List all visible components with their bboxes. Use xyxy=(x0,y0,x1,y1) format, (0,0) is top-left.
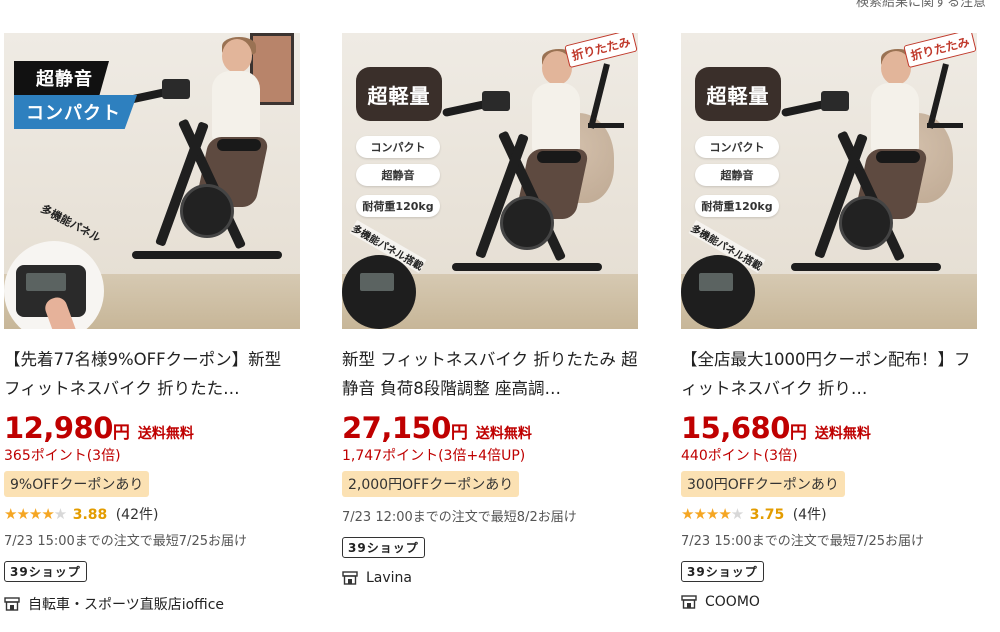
image-pill-load: 耐荷重120kg xyxy=(356,195,440,217)
price-row: 27,150 円 送料無料 xyxy=(342,411,640,445)
price-row: 12,980 円 送料無料 xyxy=(4,411,302,445)
price: 27,150 xyxy=(342,411,451,445)
price: 12,980 xyxy=(4,411,113,445)
image-tag-lightweight: 超軽量 xyxy=(695,67,781,121)
price-currency: 円 xyxy=(789,423,807,443)
rating: ★★★★★ 3.75 (4件) xyxy=(681,503,979,525)
product-title[interactable]: 【全店最大1000円クーポン配布！】フィットネスバイク 折り… xyxy=(681,345,979,403)
price-row: 15,680 円 送料無料 xyxy=(681,411,979,445)
image-pill-load: 耐荷重120kg xyxy=(695,195,779,217)
store-icon xyxy=(681,595,697,609)
shop-39-badge: 39ショップ xyxy=(342,537,425,558)
product-title[interactable]: 新型 フィットネスバイク 折りたたみ 超静音 負荷8段階調整 座高調… xyxy=(342,345,640,403)
image-tag-silent: 超静音 xyxy=(14,61,109,95)
coupon-badge[interactable]: 300円OFFクーポンあり xyxy=(681,471,845,497)
product-card: 超静音 コンパクト 多機能パネル 【先着77名様9%OFFクーポン】新型 フィッ… xyxy=(4,33,302,614)
shipping-badge: 送料無料 xyxy=(814,426,871,442)
shop-39-badge: 39ショップ xyxy=(4,561,87,582)
bike-figure xyxy=(121,37,292,269)
product-image[interactable]: 超軽量 コンパクト 超静音 耐荷重120kg 折りたたみ 多機能パネル搭載 xyxy=(342,33,638,329)
panel-closeup xyxy=(681,255,755,329)
image-pill-compact: コンパクト xyxy=(695,136,779,158)
image-pill-silent: 超静音 xyxy=(356,164,440,186)
delivery-info: 7/23 12:00までの注文で最短8/2お届け xyxy=(342,510,577,525)
points: 365ポイント(3倍) xyxy=(4,448,121,464)
image-tag-lightweight: 超軽量 xyxy=(356,67,442,121)
shipping-badge: 送料無料 xyxy=(475,426,532,442)
product-image[interactable]: 超静音 コンパクト 多機能パネル xyxy=(4,33,300,329)
search-results-notice-link[interactable]: 検索結果に関する注意 xyxy=(856,0,986,10)
coupon-badge[interactable]: 2,000円OFFクーポンあり xyxy=(342,471,520,497)
rating: ★★★★★ 3.88 (42件) xyxy=(4,503,302,525)
shipping-badge: 送料無料 xyxy=(137,426,194,442)
panel-closeup xyxy=(342,255,416,329)
review-count-link[interactable]: (4件) xyxy=(793,507,827,523)
price-currency: 円 xyxy=(450,423,468,443)
price-currency: 円 xyxy=(112,423,130,443)
points: 1,747ポイント(3倍+4倍UP) xyxy=(342,448,526,464)
rating-score: 3.75 xyxy=(749,507,785,523)
bike-figure xyxy=(780,49,951,281)
shop-39-badge: 39ショップ xyxy=(681,561,764,582)
star-icon: ★★★★★ xyxy=(681,505,744,523)
star-icon: ★★★★★ xyxy=(4,505,67,523)
delivery-info: 7/23 15:00までの注文で最短7/25お届け xyxy=(681,534,924,549)
store-name: COOMO xyxy=(705,594,760,610)
price: 15,680 xyxy=(681,411,790,445)
review-count-link[interactable]: (42件) xyxy=(116,507,159,523)
product-card: 超軽量 コンパクト 超静音 耐荷重120kg 折りたたみ 多機能パネル搭載 新型… xyxy=(342,33,640,586)
store-name: Lavina xyxy=(366,570,413,586)
bike-figure xyxy=(441,49,612,281)
folded-bike-icon xyxy=(588,63,624,129)
store-icon xyxy=(342,571,358,585)
image-pill-silent: 超静音 xyxy=(695,164,779,186)
store-icon xyxy=(4,597,20,611)
product-image[interactable]: 超軽量 コンパクト 超静音 耐荷重120kg 折りたたみ 多機能パネル搭載 xyxy=(681,33,977,329)
points: 440ポイント(3倍) xyxy=(681,448,798,464)
product-card: 超軽量 コンパクト 超静音 耐荷重120kg 折りたたみ 多機能パネル搭載 【全… xyxy=(681,33,979,610)
rating-score: 3.88 xyxy=(72,507,108,523)
image-tag-compact: コンパクト xyxy=(14,95,137,129)
coupon-badge[interactable]: 9%OFFクーポンあり xyxy=(4,471,150,497)
store-link[interactable]: COOMO xyxy=(681,594,979,610)
store-name: 自転車・スポーツ直販店ioffice xyxy=(28,597,225,613)
folded-bike-icon xyxy=(927,63,963,129)
store-link[interactable]: 自転車・スポーツ直販店ioffice xyxy=(4,594,302,614)
delivery-info: 7/23 15:00までの注文で最短7/25お届け xyxy=(4,534,247,549)
store-link[interactable]: Lavina xyxy=(342,570,640,586)
product-title[interactable]: 【先着77名様9%OFFクーポン】新型 フィットネスバイク 折りたた… xyxy=(4,345,302,403)
image-pill-compact: コンパクト xyxy=(356,136,440,158)
